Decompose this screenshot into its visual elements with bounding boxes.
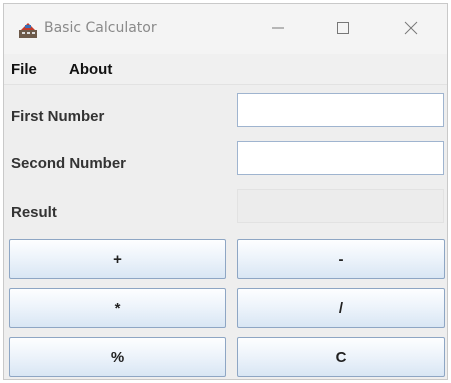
minimize-icon: [271, 21, 285, 40]
menu-file[interactable]: File: [11, 61, 37, 78]
divide-button[interactable]: /: [237, 288, 445, 328]
window-title: Basic Calculator: [44, 20, 157, 36]
minimize-button[interactable]: [256, 14, 300, 46]
subtract-button[interactable]: -: [237, 239, 445, 279]
menu-about[interactable]: About: [69, 61, 112, 78]
result-field: [237, 189, 444, 223]
menu-bar: File About: [4, 54, 447, 85]
first-number-label: First Number: [11, 108, 105, 125]
calculator-window: Basic Calculator File About First Number…: [3, 3, 448, 380]
modulo-button[interactable]: %: [9, 337, 226, 377]
first-number-input[interactable]: [237, 93, 444, 127]
second-number-input[interactable]: [237, 141, 444, 175]
calculator-app-icon: [18, 21, 38, 39]
result-label: Result: [11, 204, 57, 221]
close-icon: [404, 21, 418, 40]
close-button[interactable]: [389, 14, 433, 46]
add-button[interactable]: +: [9, 239, 226, 279]
clear-button[interactable]: C: [237, 337, 445, 377]
second-number-label: Second Number: [11, 155, 127, 172]
maximize-button[interactable]: [321, 14, 365, 46]
maximize-icon: [336, 21, 350, 40]
multiply-button[interactable]: *: [9, 288, 226, 328]
title-bar[interactable]: Basic Calculator: [4, 4, 447, 54]
